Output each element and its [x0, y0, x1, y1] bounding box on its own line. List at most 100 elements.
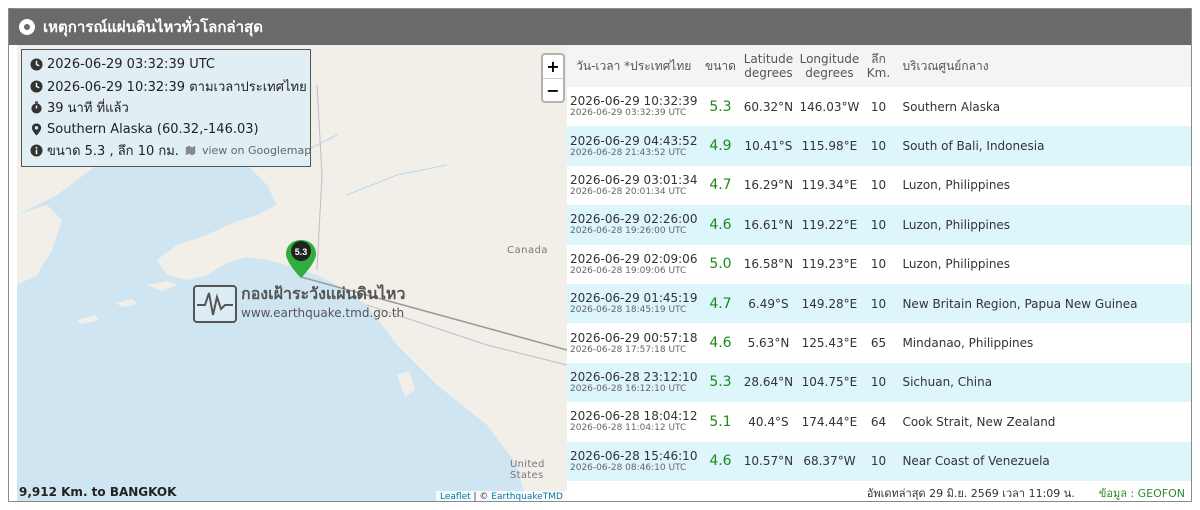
zoom-in-button[interactable]: + — [543, 55, 563, 78]
map-icon — [185, 146, 196, 156]
leaflet-link[interactable]: Leaflet — [440, 492, 471, 501]
header-depth: ลึก Km. — [862, 45, 895, 87]
cell-depth: 10 — [862, 126, 895, 166]
cell-utc-time: 2026-06-28 21:43:52 UTC — [570, 147, 687, 158]
cell-latitude: 16.58°N — [740, 244, 797, 284]
cell-magnitude: 5.0 — [700, 244, 741, 284]
header-depth-2: Km. — [866, 66, 891, 80]
info-thai-time: 2026-06-29 10:32:39 ตามเวลาประเทศไทย — [47, 79, 307, 95]
watermark-title: กองเฝ้าระวังแผ่นดินไหว — [241, 284, 406, 303]
cell-magnitude: 4.7 — [700, 283, 741, 324]
cell-longitude: 104.75°E — [796, 362, 863, 403]
info-utc-line: 2026-06-29 03:32:39 UTC — [30, 54, 302, 76]
cell-latitude: 6.49°S — [740, 283, 797, 324]
last-updated: อัพเดทล่าสุด 29 มิ.ย. 2569 เวลา 11:09 น. — [866, 487, 1075, 500]
cell-datetime: 2026-06-29 00:57:18 2026-06-28 17:57:18 U… — [567, 323, 701, 363]
cell-longitude: 115.98°E — [796, 126, 863, 166]
cell-utc-time: 2026-06-28 11:04:12 UTC — [570, 423, 687, 434]
cell-depth: 65 — [862, 323, 895, 363]
cell-latitude: 28.64°N — [740, 362, 797, 403]
cell-location: Near Coast of Venezuela — [894, 441, 1191, 481]
table-header-row: วัน-เวลา *ประเทศไทย ขนาด Latitude degrees… — [567, 45, 1191, 87]
event-info-box: 2026-06-29 03:32:39 UTC 2026-06-29 10:32… — [21, 49, 311, 167]
map-pin-icon — [31, 123, 42, 136]
cell-depth: 10 — [862, 87, 895, 127]
cell-magnitude: 4.6 — [700, 205, 741, 245]
table-row[interactable]: 2026-06-29 02:26:00 2026-06-28 19:26:00 U… — [567, 205, 1191, 245]
info-place-line: Southern Alaska (60.32,-146.03) — [30, 119, 302, 141]
cell-datetime: 2026-06-29 01:45:19 2026-06-28 18:45:19 U… — [567, 283, 701, 324]
watermark-url: www.earthquake.tmd.go.th — [241, 306, 405, 320]
cell-datetime: 2026-06-29 02:09:06 2026-06-28 19:09:06 U… — [567, 244, 701, 284]
cell-location: Cook Strait, New Zealand — [894, 402, 1191, 442]
tmd-watermark: กองเฝ้าระวังแผ่นดินไหว www.earthquake.tm… — [193, 285, 405, 323]
cell-utc-time: 2026-06-29 03:32:39 UTC — [570, 108, 687, 119]
cell-depth: 10 — [862, 362, 895, 403]
cell-location: Luzon, Philippines — [894, 244, 1191, 284]
cell-depth: 10 — [862, 441, 895, 481]
earthquake-marker[interactable]: 5.3 — [283, 239, 319, 283]
info-circle-icon — [30, 144, 43, 157]
earthquake-table: วัน-เวลา *ประเทศไทย ขนาด Latitude degrees… — [567, 45, 1191, 481]
header-longitude-1: Longitude — [799, 52, 860, 66]
cell-longitude: 119.34°E — [796, 165, 863, 206]
cell-location: South of Bali, Indonesia — [894, 126, 1191, 166]
zoom-control: + − — [541, 53, 565, 103]
cell-utc-time: 2026-06-28 17:57:18 UTC — [570, 344, 687, 355]
cell-utc-time: 2026-06-28 18:45:19 UTC — [570, 305, 687, 316]
cell-magnitude: 4.9 — [700, 126, 741, 166]
cell-depth: 10 — [862, 283, 895, 324]
cell-latitude: 16.29°N — [740, 165, 797, 206]
cell-datetime: 2026-06-29 04:43:52 2026-06-28 21:43:52 U… — [567, 126, 701, 166]
cell-latitude: 16.61°N — [740, 205, 797, 245]
map-pin-icon: 5.3 — [286, 240, 316, 278]
clock-icon — [30, 80, 43, 93]
info-magnitude-depth: ขนาด 5.3 , ลึก 10 กม. — [47, 144, 179, 160]
record-circle-icon — [19, 19, 35, 35]
info-ago: 39 นาที ที่แล้ว — [47, 101, 129, 117]
table-row[interactable]: 2026-06-29 03:01:34 2026-06-28 20:01:34 U… — [567, 165, 1191, 206]
cell-latitude: 5.63°N — [740, 323, 797, 363]
widget-title: เหตุการณ์แผ่นดินไหวทั่วโลกล่าสุด — [43, 18, 263, 36]
table-row[interactable]: 2026-06-28 18:04:12 2026-06-28 11:04:12 U… — [567, 402, 1191, 442]
cell-magnitude: 5.3 — [700, 362, 741, 403]
cell-location: New Britain Region, Papua New Guinea — [894, 283, 1191, 324]
googlemap-link[interactable]: view on Googlemap — [202, 144, 311, 157]
table-row[interactable]: 2026-06-29 10:32:39 2026-06-29 03:32:39 U… — [567, 87, 1191, 127]
map-label-united-states: United States — [510, 459, 545, 481]
table-row[interactable]: 2026-06-29 04:43:52 2026-06-28 21:43:52 U… — [567, 126, 1191, 166]
cell-thai-time: 2026-06-29 00:57:18 — [570, 330, 698, 345]
cell-latitude: 10.57°N — [740, 441, 797, 481]
cell-longitude: 125.43°E — [796, 323, 863, 363]
cell-thai-time: 2026-06-28 15:46:10 — [570, 448, 698, 463]
cell-thai-time: 2026-06-28 18:04:12 — [570, 409, 698, 424]
cell-datetime: 2026-06-28 15:46:10 2026-06-28 08:46:10 U… — [567, 441, 701, 481]
info-utc-time: 2026-06-29 03:32:39 UTC — [47, 57, 215, 73]
table-row[interactable]: 2026-06-28 15:46:10 2026-06-28 08:46:10 U… — [567, 441, 1191, 481]
header-location: บริเวณศูนย์กลาง — [894, 45, 1191, 87]
cell-thai-time: 2026-06-29 03:01:34 — [570, 172, 698, 187]
cell-longitude: 119.22°E — [796, 205, 863, 245]
cell-depth: 10 — [862, 205, 895, 245]
table-row[interactable]: 2026-06-29 01:45:19 2026-06-28 18:45:19 U… — [567, 283, 1191, 324]
table-row[interactable]: 2026-06-29 00:57:18 2026-06-28 17:57:18 U… — [567, 323, 1191, 363]
table-row[interactable]: 2026-06-28 23:12:10 2026-06-28 16:12:10 U… — [567, 362, 1191, 403]
cell-longitude: 146.03°W — [796, 87, 863, 127]
table-row[interactable]: 2026-06-29 02:09:06 2026-06-28 19:09:06 U… — [567, 244, 1191, 284]
header-datetime: วัน-เวลา *ประเทศไทย — [567, 45, 701, 87]
data-source: ข้อมูล : GEOFON — [1098, 487, 1185, 500]
zoom-out-button[interactable]: − — [543, 78, 563, 101]
cell-thai-time: 2026-06-29 04:43:52 — [570, 133, 698, 148]
cell-latitude: 60.32°N — [740, 87, 797, 127]
header-latitude-1: Latitude — [743, 52, 794, 66]
title-bar: เหตุการณ์แผ่นดินไหวทั่วโลกล่าสุด — [9, 9, 1191, 45]
cell-thai-time: 2026-06-29 10:32:39 — [570, 94, 698, 109]
earthquaketmd-link[interactable]: EarthquakeTMD — [491, 492, 563, 501]
cell-latitude: 10.41°S — [740, 126, 797, 166]
table-footer: อัพเดทล่าสุด 29 มิ.ย. 2569 เวลา 11:09 น.… — [567, 483, 1191, 501]
cell-depth: 64 — [862, 402, 895, 442]
earthquake-map[interactable]: 2026-06-29 03:32:39 UTC 2026-06-29 10:32… — [17, 45, 567, 501]
cell-depth: 10 — [862, 244, 895, 284]
cell-longitude: 68.37°W — [796, 441, 863, 481]
cell-datetime: 2026-06-29 02:26:00 2026-06-28 19:26:00 U… — [567, 205, 701, 245]
